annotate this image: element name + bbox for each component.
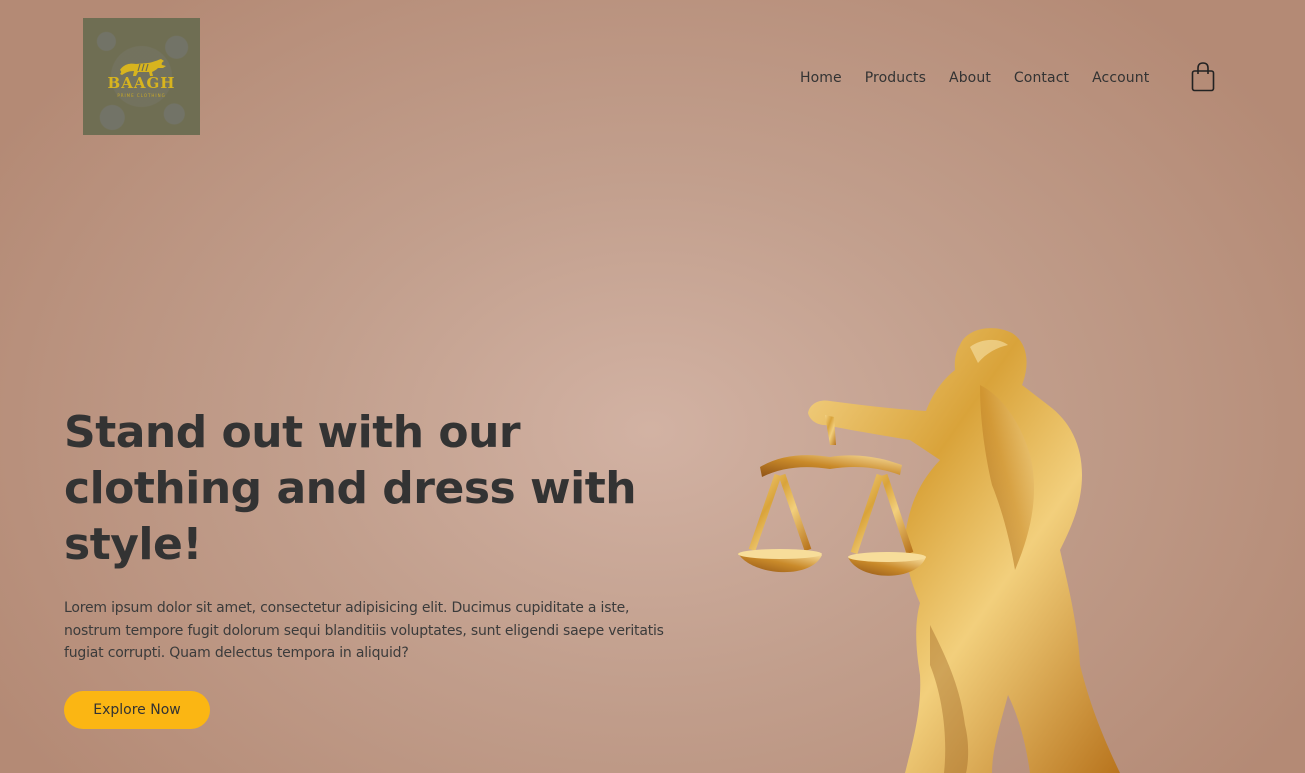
nav-account[interactable]: Account — [1092, 70, 1149, 86]
explore-now-button[interactable]: Explore Now — [64, 691, 210, 729]
shopping-bag-icon[interactable] — [1191, 62, 1215, 92]
hero-section: Stand out with our clothing and dress wi… — [64, 405, 664, 665]
brand-logo[interactable]: BAAGH PRIME CLOTHING — [83, 18, 200, 135]
logo-tagline: PRIME CLOTHING — [117, 92, 166, 98]
nav-about[interactable]: About — [949, 70, 991, 86]
nav-contact[interactable]: Contact — [1014, 70, 1069, 86]
hero-description: Lorem ipsum dolor sit amet, consectetur … — [64, 600, 664, 661]
nav-products[interactable]: Products — [865, 70, 926, 86]
main-nav: Home Products About Contact Account — [800, 70, 1172, 86]
logo-wordmark: BAAGH — [107, 73, 176, 92]
libra-statue-image — [738, 328, 1120, 773]
nav-home[interactable]: Home — [800, 70, 842, 86]
hero-title: Stand out with our clothing and dress wi… — [64, 407, 637, 570]
